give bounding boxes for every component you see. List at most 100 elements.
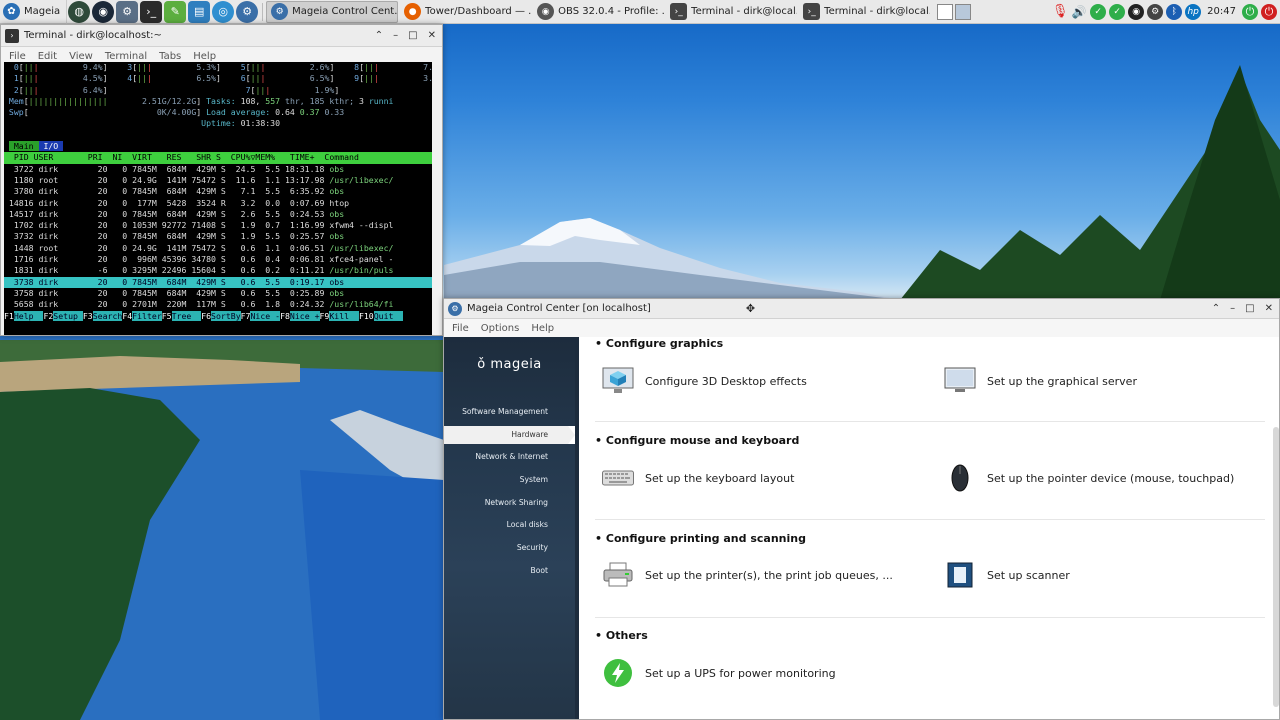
item-label: Configure 3D Desktop effects bbox=[645, 374, 807, 388]
mcc-titlebar[interactable]: ⚙ Mageia Control Center [on localhost] ✥… bbox=[444, 299, 1279, 319]
menu-help[interactable]: Help bbox=[193, 51, 216, 62]
terminal-window: › Terminal - dirk@localhost:~ ⌃ – □ ✕ Fi… bbox=[0, 24, 443, 336]
item-label: Set up scanner bbox=[987, 568, 1070, 582]
item-printers[interactable]: Set up the printer(s), the print job que… bbox=[601, 559, 893, 591]
maximize-icon[interactable]: □ bbox=[1245, 303, 1254, 314]
control-center-icon: ⚙ bbox=[271, 3, 289, 20]
htop-process-row[interactable]: 3738 dirk 20 0 7845M 684M 429M S 0.6 5.5… bbox=[4, 276, 432, 288]
sidebar-item-boot[interactable]: Boot bbox=[444, 562, 575, 580]
item-scanner[interactable]: Set up scanner bbox=[943, 559, 1070, 591]
task-label: OBS 32.0.4 - Profile: ... bbox=[558, 6, 665, 17]
hp-printer-icon[interactable]: hp bbox=[1185, 3, 1202, 20]
microphone-icon[interactable]: 🎙 bbox=[1052, 4, 1069, 20]
text-editor-launcher-icon[interactable]: ✎ bbox=[164, 0, 187, 23]
steam-launcher-icon[interactable]: ◉ bbox=[92, 0, 115, 23]
sidebar-item-software-management[interactable]: Software Management bbox=[444, 403, 575, 421]
document-launcher-icon[interactable]: ▤ bbox=[188, 0, 211, 23]
sidebar-item-local-disks[interactable]: Local disks bbox=[444, 516, 575, 534]
ups-power-icon bbox=[601, 657, 635, 689]
item-label: Set up the keyboard layout bbox=[645, 471, 795, 485]
item-label: Set up the pointer device (mouse, touchp… bbox=[987, 471, 1235, 485]
minimize-window-icon[interactable]: – bbox=[393, 30, 398, 41]
move-cursor-icon: ✥ bbox=[745, 302, 756, 315]
terminal-titlebar[interactable]: › Terminal - dirk@localhost:~ ⌃ – □ ✕ bbox=[1, 25, 442, 47]
obs-tray-icon[interactable]: ◉ bbox=[1128, 3, 1145, 20]
update-ok-icon[interactable]: ✓ bbox=[1090, 3, 1107, 20]
item-label: Set up the printer(s), the print job que… bbox=[645, 568, 893, 582]
htop-process-row[interactable]: 3780 dirk 20 0 7845M 684M 429M S 7.1 5.5… bbox=[4, 186, 432, 197]
menu-file[interactable]: File bbox=[452, 323, 469, 334]
item-3d-desktop-effects[interactable]: Configure 3D Desktop effects bbox=[601, 365, 807, 397]
item-graphical-server[interactable]: Set up the graphical server bbox=[943, 365, 1137, 397]
terminal-launcher-icon[interactable]: ›_ bbox=[140, 0, 163, 23]
workspace-pager bbox=[937, 3, 972, 20]
settings-launcher-icon[interactable]: ⚙ bbox=[116, 0, 139, 23]
fkey-f9: F9 bbox=[319, 310, 330, 321]
htop-process-row[interactable]: 5658 dirk 20 0 2701M 220M 117M S 0.6 1.8… bbox=[4, 299, 432, 310]
task-mageia-control-center[interactable]: ⚙ Mageia Control Cent... bbox=[266, 0, 399, 23]
terminal-icon: ›_ bbox=[670, 3, 688, 20]
clock[interactable]: 20:47 bbox=[1204, 6, 1239, 17]
task-terminal-1[interactable]: ›_ Terminal - dirk@local... bbox=[665, 1, 797, 23]
htop-process-row[interactable]: 14517 dirk 20 0 7845M 684M 429M S 2.6 5.… bbox=[4, 209, 432, 220]
sidebar-item-security[interactable]: Security bbox=[444, 539, 575, 557]
htop-process-row[interactable]: 1716 dirk 20 0 996M 45396 34780 S 0.6 0.… bbox=[4, 254, 432, 265]
close-icon[interactable]: ✕ bbox=[1265, 303, 1273, 314]
workspace-1[interactable] bbox=[937, 3, 954, 20]
htop-blank-row bbox=[4, 130, 432, 141]
close-icon[interactable]: ✕ bbox=[428, 30, 436, 41]
item-ups-power[interactable]: Set up a UPS for power monitoring bbox=[601, 657, 836, 689]
mageia-logo: ǒ mageia bbox=[444, 357, 575, 372]
htop-process-row[interactable]: 3732 dirk 20 0 7845M 684M 429M S 1.9 5.5… bbox=[4, 231, 432, 242]
htop-process-row[interactable]: 3722 dirk 20 0 7845M 684M 429M S 24.5 5.… bbox=[4, 164, 432, 175]
volume-icon[interactable]: 🔊 bbox=[1071, 4, 1087, 20]
content-scrollbar[interactable] bbox=[1273, 427, 1279, 707]
sidebar-item-system[interactable]: System bbox=[444, 471, 575, 489]
bluetooth-icon[interactable]: ᛒ bbox=[1166, 3, 1183, 20]
menu-terminal[interactable]: Terminal bbox=[105, 51, 147, 62]
minimize-icon[interactable]: ⌃ bbox=[375, 30, 383, 41]
htop-process-row[interactable]: 1831 dirk -6 0 3295M 22496 15604 S 0.6 0… bbox=[4, 265, 432, 276]
applications-menu-button[interactable]: ✿ Mageia bbox=[0, 0, 68, 24]
maximize-icon[interactable]: □ bbox=[408, 30, 417, 41]
window-controls: ⌃ – □ ✕ bbox=[375, 30, 438, 41]
task-firefox[interactable]: ● Tower/Dashboard — ... bbox=[399, 1, 531, 23]
network-ok-icon[interactable]: ✓ bbox=[1109, 3, 1126, 20]
menu-options[interactable]: Options bbox=[481, 323, 520, 334]
shade-icon[interactable]: ⌃ bbox=[1212, 303, 1220, 314]
htop-process-row[interactable]: 1448 root 20 0 24.9G 141M 75472 S 0.6 1.… bbox=[4, 243, 432, 254]
section-divider bbox=[595, 421, 1265, 422]
menu-tabs[interactable]: Tabs bbox=[159, 51, 181, 62]
workspace-2[interactable] bbox=[955, 3, 972, 20]
menu-view[interactable]: View bbox=[69, 51, 93, 62]
logout-icon[interactable]: ⏻ bbox=[1261, 3, 1277, 20]
globe-launcher-icon[interactable]: ◍ bbox=[68, 0, 91, 23]
minimize-window-icon[interactable]: – bbox=[1230, 303, 1235, 314]
item-keyboard-layout[interactable]: Set up the keyboard layout bbox=[601, 462, 794, 494]
htop-process-row[interactable]: 1180 root 20 0 24.9G 141M 75472 S 11.6 1… bbox=[4, 175, 432, 186]
fkey-f5: F5 bbox=[161, 310, 172, 321]
power-manager-icon[interactable]: ⏻ bbox=[1242, 3, 1258, 20]
mouse-icon bbox=[943, 462, 977, 494]
mcc-body: ǒ mageia Software Management Hardware Ne… bbox=[444, 337, 1279, 719]
mageia-logo-text: mageia bbox=[490, 357, 542, 372]
sidebar-item-network-internet[interactable]: Network & Internet bbox=[444, 448, 575, 466]
htop-process-row[interactable]: 3758 dirk 20 0 7845M 684M 429M S 0.6 5.5… bbox=[4, 288, 432, 299]
menu-edit[interactable]: Edit bbox=[38, 51, 57, 62]
item-label: Set up a UPS for power monitoring bbox=[645, 666, 836, 680]
scanner-icon bbox=[943, 559, 977, 591]
network-launcher-icon[interactable]: ◎ bbox=[212, 0, 235, 23]
htop-process-row[interactable]: 14816 dirk 20 0 177M 5428 3524 R 3.2 0.0… bbox=[4, 198, 432, 209]
menu-file[interactable]: File bbox=[9, 51, 26, 62]
menu-help[interactable]: Help bbox=[531, 323, 554, 334]
htop-process-row[interactable]: 1702 dirk 20 0 1053M 92772 71408 S 1.9 0… bbox=[4, 220, 432, 231]
task-obs[interactable]: ◉ OBS 32.0.4 - Profile: ... bbox=[532, 1, 664, 23]
control-center-launcher-icon[interactable]: ⚙ bbox=[236, 0, 259, 23]
sidebar-item-network-sharing[interactable]: Network Sharing bbox=[444, 494, 575, 512]
item-pointer-device[interactable]: Set up the pointer device (mouse, touchp… bbox=[943, 462, 1234, 494]
settings-tray-icon[interactable]: ⚙ bbox=[1147, 3, 1164, 20]
task-terminal-2[interactable]: ›_ Terminal - dirk@local... bbox=[798, 1, 930, 23]
fkey-f6: F6 bbox=[201, 310, 212, 321]
htop-output[interactable]: 0[||| 9.4%] 3[||| 5.3%] 5[||| 2.6%] 8[||… bbox=[4, 62, 432, 335]
sidebar-item-hardware[interactable]: Hardware bbox=[444, 426, 575, 444]
